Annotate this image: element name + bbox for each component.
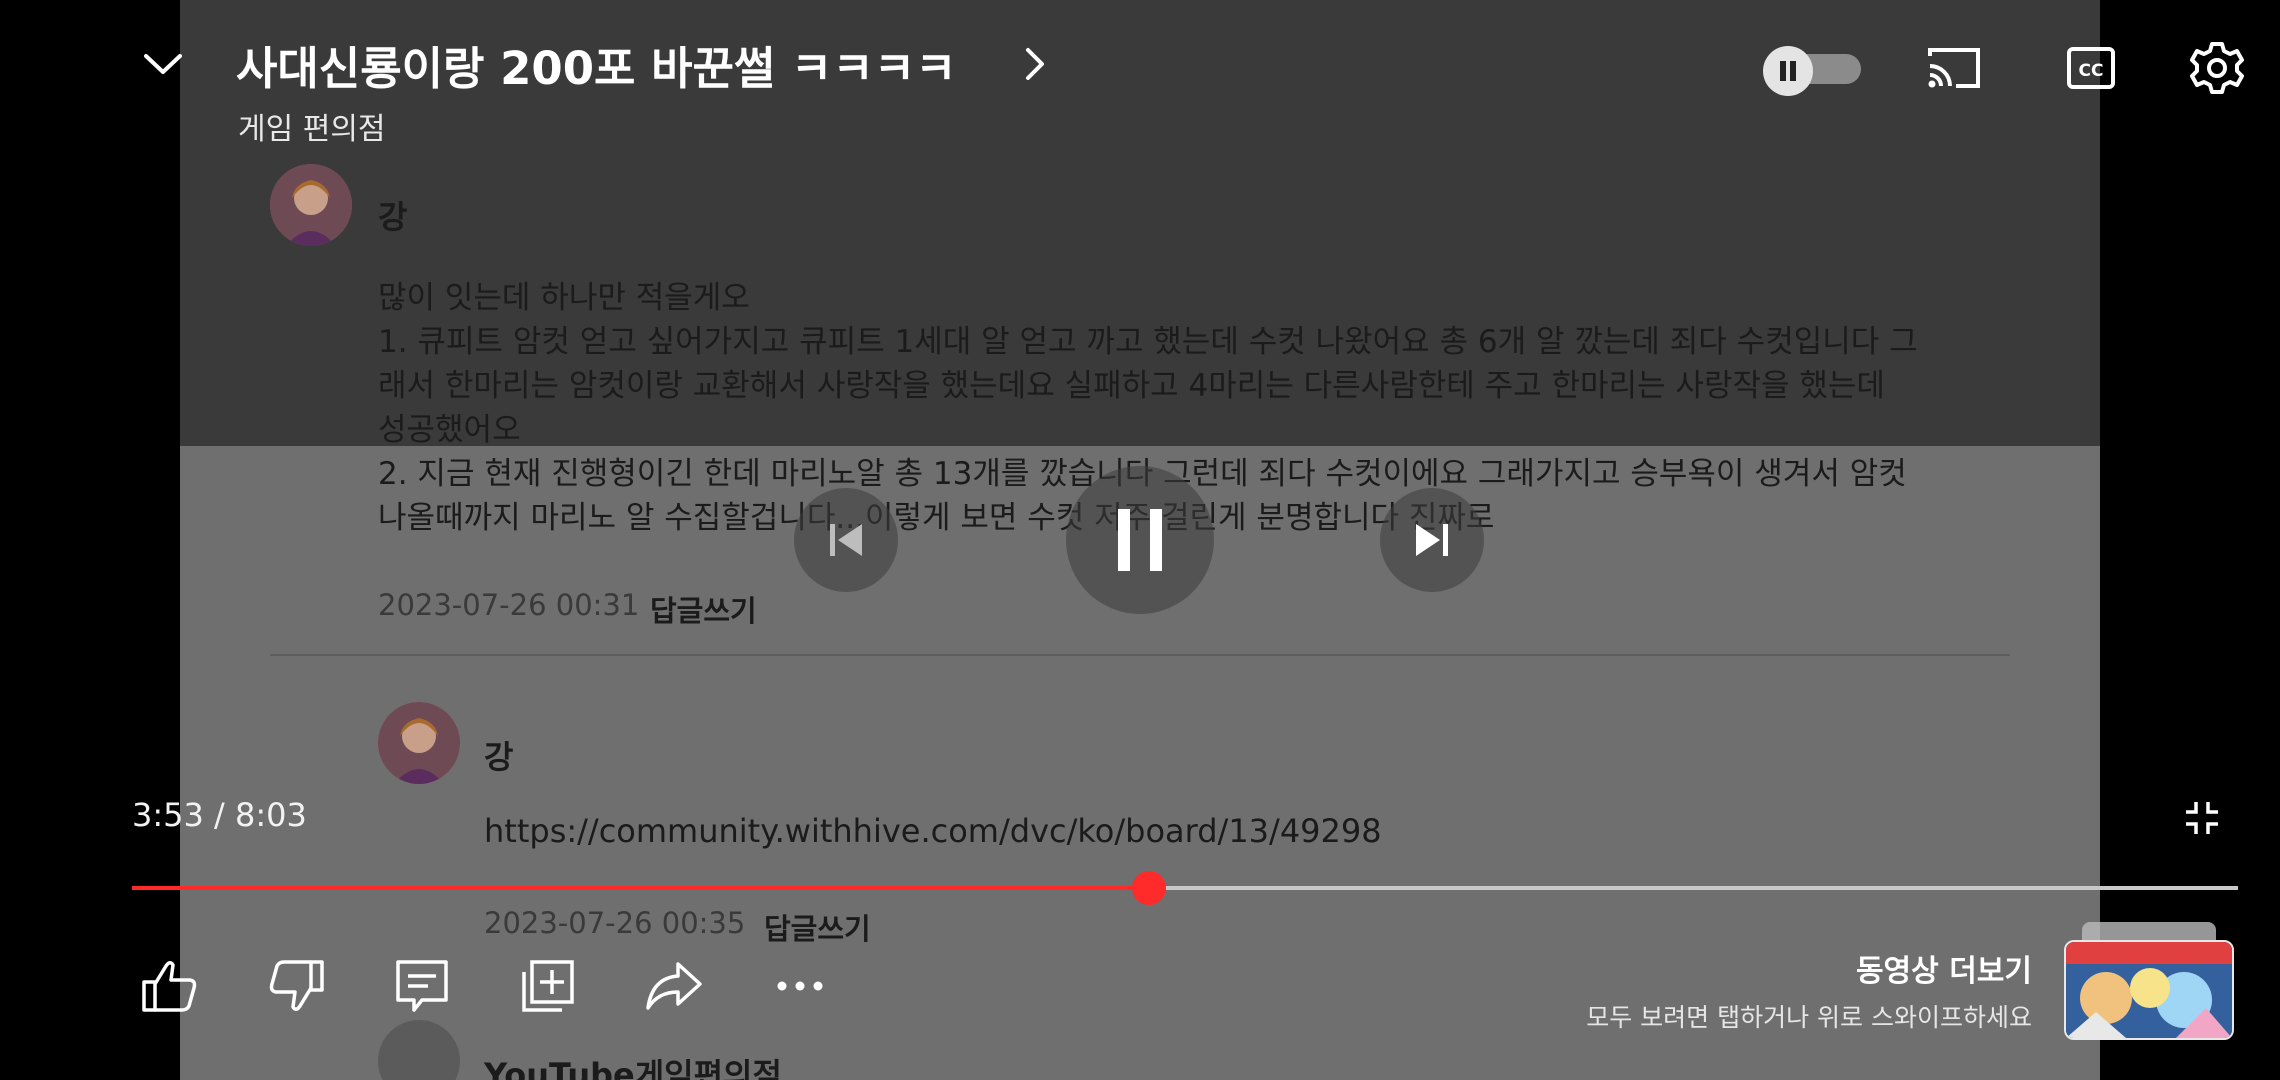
comment-icon [396,960,448,1012]
thumbnail-stack-back [2082,922,2216,942]
exit-fullscreen-icon[interactable] [2184,800,2220,836]
chevron-down-icon[interactable] [140,44,186,84]
comment-author: YouTube게임편의점 [484,1056,782,1080]
more-videos-panel[interactable]: 동영상 더보기 모두 보려면 탭하거나 위로 스와이프하세요 [1586,946,2032,1034]
chevron-right-icon[interactable] [1020,44,1050,84]
thumbs-up-icon [142,961,197,1012]
more-button[interactable] [770,956,830,1016]
previous-button[interactable] [794,488,898,592]
autoplay-toggle-icon [1763,46,1813,96]
progress-bar[interactable] [132,871,2238,905]
comment-line: 나올때까지 마리노 알 수집할겁니다...이렇게 보면 수컷 저주 걸린게 분명… [378,500,1495,536]
progress-scrubber[interactable] [1132,871,1167,905]
comment-line: 1. 큐피트 암컷 얻고 싶어가지고 큐피트 1세대 알 얻고 까고 했는데 수… [378,324,1918,360]
time-display: 3:53 / 8:03 [132,796,307,834]
more-videos-hint: 모두 보려면 탭하거나 위로 스와이프하세요 [1586,1003,2032,1032]
player-top-bar: 사대신룡이랑 200포 바꾼썰 ㅋㅋㅋㅋ 게임 편의점 CC [0,0,2280,147]
gear-icon[interactable] [2190,40,2244,96]
dislike-button[interactable] [266,956,326,1016]
next-button[interactable] [1380,488,1484,592]
divider [270,654,2010,656]
like-button[interactable] [140,956,200,1016]
more-videos-title: 동영상 더보기 [1855,954,2032,989]
reply-link: 답글쓰기 [764,912,871,946]
add-to-playlist-icon [522,960,574,1012]
svg-text:CC: CC [2079,61,2104,81]
share-icon [646,962,702,1010]
comments-button[interactable] [392,956,452,1016]
elapsed-time: 3:53 [132,796,204,834]
comment-date: 2023-07-26 00:35 [484,906,746,940]
comment-line: 래서 한마리는 암컷이랑 교환해서 사랑작을 했는데요 실패하고 4마리는 다른… [378,368,1885,404]
reply-link: 답글쓰기 [650,594,757,628]
comment-line: 많이 잇는데 하나만 적을게오 [378,280,750,316]
pause-icon [1118,509,1162,571]
cast-icon[interactable] [1926,44,1982,92]
skip-next-icon [1416,524,1448,556]
more-videos-thumbnail[interactable] [2064,922,2234,1040]
thumbs-down-icon [269,960,324,1011]
more-icon [777,981,823,991]
skip-previous-icon [830,524,862,556]
duration-time: 8:03 [234,796,307,834]
thumbnail-image [2064,940,2234,1040]
cc-icon[interactable]: CC [2066,44,2116,92]
comment-line: 성공했어오 [378,412,521,448]
share-button[interactable] [644,956,704,1016]
avatar [378,1020,460,1080]
autoplay-toggle[interactable] [1763,46,1861,96]
comment-author: 강 [378,198,408,236]
video-title[interactable]: 사대신룡이랑 200포 바꾼썰 ㅋㅋㅋㅋ [236,32,957,97]
avatar [378,702,460,784]
channel-name[interactable]: 게임 편의점 [238,104,386,148]
save-button[interactable] [518,956,578,1016]
comment-date: 2023-07-26 00:31 [378,588,640,622]
avatar [270,164,352,246]
progress-played [132,886,1150,890]
time-separator: / [203,796,235,834]
comment-author: 강 [484,738,514,776]
comment-link: https://community.withhive.com/dvc/ko/bo… [484,812,1382,850]
play-pause-button[interactable] [1066,466,1214,614]
